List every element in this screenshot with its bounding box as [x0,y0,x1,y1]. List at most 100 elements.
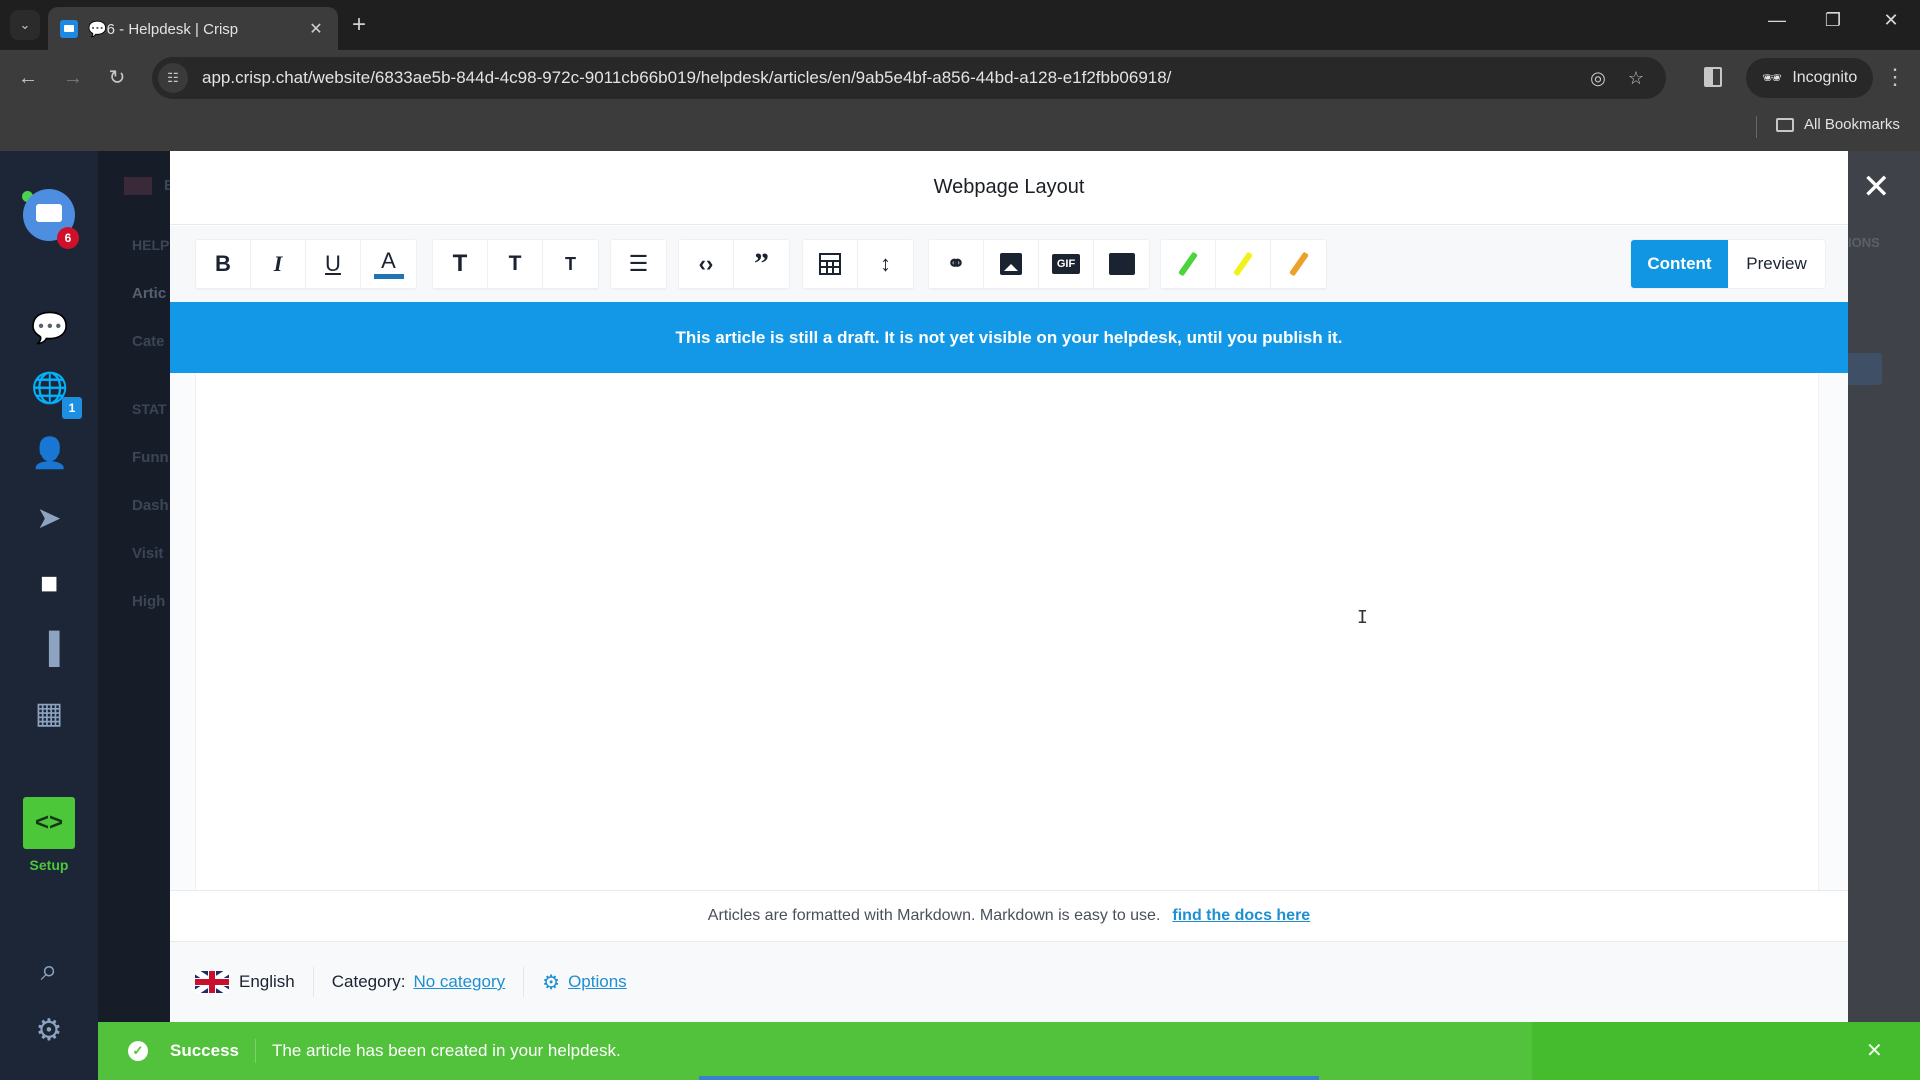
image-button[interactable] [984,240,1039,288]
side-panel-icon[interactable] [1704,67,1722,87]
menu-funnel[interactable]: Funn [132,449,169,466]
tab-close-icon[interactable]: ✕ [306,19,326,39]
underline-button[interactable]: U [306,240,361,288]
toast-close-icon[interactable]: ✕ [1866,1038,1883,1063]
minimize-icon[interactable]: — [1762,10,1792,31]
setup-button[interactable]: <> [23,797,75,849]
bold-button[interactable]: B [196,240,251,288]
menu-categories[interactable]: Cate [132,333,165,350]
article-title[interactable]: Webpage Layout [934,176,1085,199]
analytics-icon[interactable]: ▐ [31,631,67,667]
preview-tab[interactable]: Preview [1728,240,1825,288]
editor-toolbar: B I U A T T T ☰ ‹› ” ↕ ⚭ GIF Content Pre… [170,226,1848,302]
menu-articles[interactable]: Artic [132,285,166,302]
browser-tab-bar: ⌄ 💬6 - Helpdesk | Crisp ✕ + — ❐ ✕ [0,0,1920,50]
options-gear-icon[interactable]: ⚙ [542,970,560,995]
window-close-icon[interactable]: ✕ [1876,10,1906,31]
italic-button[interactable]: I [251,240,306,288]
table-button[interactable] [803,240,858,288]
site-info-icon[interactable]: ☷ [158,63,188,93]
toast-message: The article has been created in your hel… [272,1041,621,1060]
incognito-icon: 🕶 [1762,70,1783,87]
text-cursor-icon: I [1357,607,1368,628]
language-selector[interactable]: English [239,972,295,992]
forward-icon[interactable]: → [59,64,87,92]
menu-dashboard[interactable]: Dash [132,497,169,514]
highlight-yellow-button[interactable] [1216,240,1271,288]
category-link[interactable]: No category [413,972,505,992]
video-button[interactable] [1094,240,1149,288]
highlighter-yellow-icon [1233,251,1253,277]
reload-icon[interactable]: ↻ [103,64,131,92]
heading-2-button[interactable]: T [488,240,543,288]
font-color-icon: A [373,247,404,279]
font-color-button[interactable]: A [361,240,416,288]
markdown-hint-text: Articles are formatted with Markdown. Ma… [707,907,1161,924]
setup-label: Setup [29,857,69,873]
options-link[interactable]: Options [568,972,627,992]
back-icon[interactable]: ← [14,64,42,92]
bullet-list-button[interactable]: ☰ [611,240,666,288]
category-label: Category: [331,972,406,991]
separator-button[interactable]: ↕ [858,240,913,288]
heading-1-icon: T [452,250,468,277]
maximize-icon[interactable]: ❐ [1818,10,1848,31]
modal-footer: English Category: No category ⚙ Options [170,942,1848,1022]
settings-gear-icon[interactable]: ⚙ [31,1013,67,1049]
new-tab-button[interactable]: + [352,10,366,40]
contacts-icon[interactable]: 👤 [31,436,68,472]
browser-menu-icon[interactable]: ⋮ [1884,63,1906,91]
eye-off-icon[interactable]: ◎ [1590,68,1606,89]
highlight-green-button[interactable] [1161,240,1216,288]
heading-1-button[interactable]: T [433,240,488,288]
markdown-hint: Articles are formatted with Markdown. Ma… [170,890,1848,942]
menu-highlights[interactable]: High [132,593,165,610]
gif-button[interactable]: GIF [1039,240,1094,288]
tab-search-button[interactable]: ⌄ [10,10,40,40]
code-button[interactable]: ‹› [679,240,734,288]
highlight-orange-button[interactable] [1271,240,1326,288]
heading-3-button[interactable]: T [543,240,598,288]
menu-visitors[interactable]: Visit [132,545,163,562]
browser-tab-active[interactable]: 💬6 - Helpdesk | Crisp ✕ [48,7,338,50]
helpdesk-icon[interactable]: ■ [31,566,67,602]
code-icon: ‹› [698,251,714,276]
incognito-indicator[interactable]: 🕶 Incognito [1746,58,1874,98]
link-button[interactable]: ⚭ [929,240,984,288]
inbox-icon[interactable]: 💬 [31,311,68,347]
plugins-icon[interactable]: ▦ [31,696,67,732]
browser-toolbar: ← → ↻ ☷ app.crisp.chat/website/6833ae5b-… [0,50,1920,106]
video-clapper-icon [1108,253,1135,275]
highlight-group [1160,239,1327,289]
chat-bubble-icon [36,204,62,222]
success-toast: ✓ Success The article has been created i… [98,1022,1920,1080]
text-style-group: B I U A [195,239,417,289]
link-icon: ⚭ [946,251,966,276]
font-color-letter: A [381,247,396,273]
heading-group: T T T [432,239,599,289]
search-icon[interactable]: ⌕ [31,953,67,989]
uk-flag-icon [195,971,229,993]
toast-progress-bar [699,1076,1319,1080]
campaigns-icon[interactable]: ➤ [31,501,67,537]
url-text[interactable]: app.crisp.chat/website/6833ae5b-844d-4c9… [202,68,1590,88]
folder-icon [1776,117,1794,132]
markdown-docs-link[interactable]: find the docs here [1172,907,1310,925]
gif-icon: GIF [1051,254,1081,274]
all-bookmarks-button[interactable]: All Bookmarks [1776,116,1900,133]
quote-button[interactable]: ” [734,240,789,288]
bullet-list-icon: ☰ [628,251,649,276]
toast-progress-track [98,1076,1920,1080]
address-bar[interactable]: ☷ app.crisp.chat/website/6833ae5b-844d-4… [152,57,1666,99]
tab-title: 💬6 - Helpdesk | Crisp [88,20,239,38]
modal-close-icon[interactable]: ✕ [1862,170,1891,204]
bookmark-star-icon[interactable]: ☆ [1628,68,1644,89]
content-tab[interactable]: Content [1631,240,1728,288]
heading-3-icon: T [565,253,576,274]
highlighter-green-icon [1178,251,1198,277]
image-icon [1000,253,1022,275]
font-color-swatch [373,273,404,279]
toast-right-shade [1532,1022,1920,1080]
quote-icon: ” [754,247,769,280]
unread-badge: 6 [57,227,79,249]
